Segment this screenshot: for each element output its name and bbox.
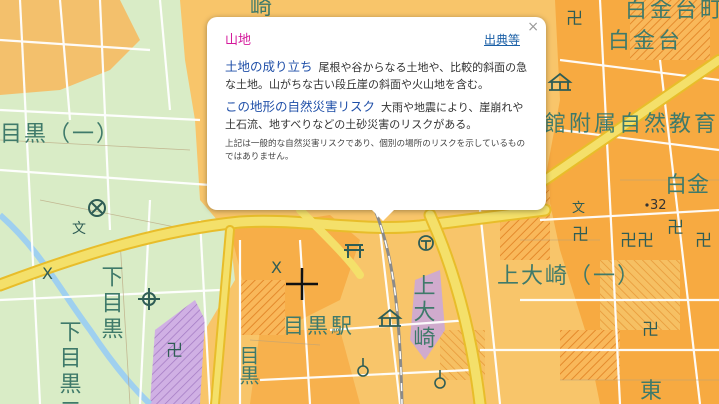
label-museum: 館附属自然教育: [544, 112, 719, 137]
temple-icon: 卍: [667, 218, 684, 238]
close-icon[interactable]: ×: [527, 19, 539, 35]
label-kamiosaki-1: 上大崎（一）: [497, 264, 641, 289]
label-higashi: 東: [640, 379, 662, 404]
label-meguro-south: 目黒: [236, 345, 260, 385]
label-shirokanedai: 白金台: [608, 29, 683, 54]
elevation-label: 32: [650, 198, 667, 213]
temple-icon: 卍: [642, 320, 659, 340]
temple-icon: 卍: [620, 231, 637, 251]
popup-pointer: [372, 210, 394, 221]
police-box-icon: X: [271, 258, 282, 277]
police-box-icon: 文: [72, 221, 86, 237]
temple-icon: 卍: [572, 225, 589, 245]
police-box-icon: 文: [572, 201, 585, 216]
police-box-icon: X: [42, 264, 53, 283]
label-shimomeguro-1: 下目黒: [98, 265, 123, 343]
disclaimer-note: 上記は一般的な自然災害リスクであり、個別の場所のリスクを示しているものではありま…: [225, 139, 526, 162]
temple-icon: 卍: [637, 231, 654, 251]
temple-icon: 卍: [166, 341, 183, 361]
risk-section: この地形の自然災害リスク 大雨や地震により、崖崩れや土石流、地すべりなどの土砂災害…: [225, 98, 532, 133]
formation-heading: 土地の成り立ち: [225, 59, 313, 74]
temple-icon: 卍: [695, 231, 712, 251]
label-meguro-station: 目黒駅: [283, 314, 355, 338]
label-shimomeguro-2: 下目黒二: [56, 320, 81, 404]
landform-info-popup: × 山地 出典等 土地の成り立ち 尾根や谷からなる土地や、比較的斜面の急な土地。山…: [207, 17, 546, 221]
temple-icon: 卍: [566, 9, 583, 29]
risk-heading: この地形の自然災害リスク: [225, 99, 376, 114]
formation-section: 土地の成り立ち 尾根や谷からなる土地や、比較的斜面の急な土地。山がちな古い段丘崖の…: [225, 58, 532, 93]
label-shirokane-2: 白金: [665, 173, 709, 198]
label-shirokanedai-1: 白金台町: [625, 0, 719, 23]
popup-header: 山地 出典等: [225, 29, 532, 48]
source-link[interactable]: 出典等: [484, 31, 520, 48]
landform-name: 山地: [225, 33, 252, 48]
hatched-area: [240, 280, 285, 335]
label-kamiosaki-2: 上大崎: [410, 274, 436, 352]
elevation-point-icon: [645, 203, 649, 207]
hatched-area: [560, 330, 620, 380]
label-meguro-1: 目黒（一）: [0, 122, 120, 147]
